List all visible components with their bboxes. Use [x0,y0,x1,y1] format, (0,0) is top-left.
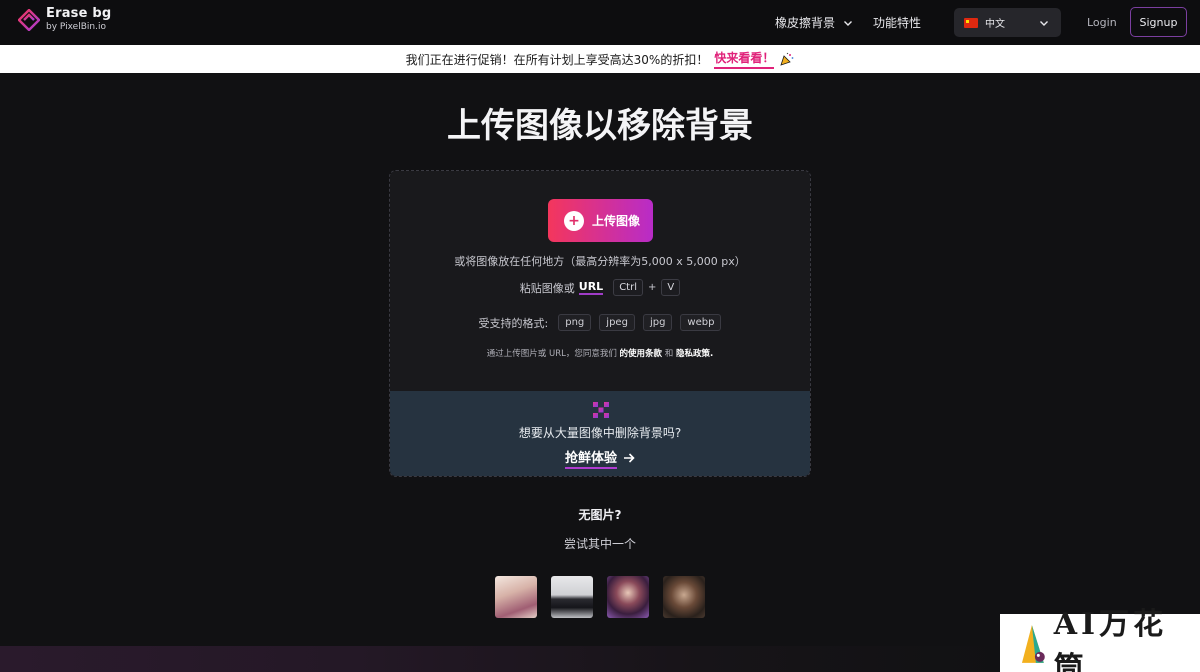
upload-button-label: 上传图像 [592,214,641,228]
arrow-right-icon [624,453,635,463]
nav-features-label: 功能特性 [873,16,922,30]
paste-url-link[interactable]: URL [578,280,604,295]
sample-image-car[interactable] [551,576,593,618]
format-chip: jpg [642,314,673,331]
signup-label: Signup [1139,15,1178,29]
sample-image-man-portrait[interactable] [663,576,705,618]
sample-image-woman-hat[interactable] [495,576,537,618]
brand-name: Erase bg [46,6,112,21]
language-select[interactable]: 中文 [954,8,1061,37]
watermark-logo-icon [1021,625,1045,663]
brand-byline: by PixelBin.io [46,22,106,32]
promo-text: 我们正在进行促销！在所有计划上享受高达30%的折扣！ [405,52,709,67]
bottom-gradient-strip [0,646,1000,672]
bulk-removal-panel: 想要从大量图像中删除背景吗? 抢鲜体验 [390,391,810,476]
login-link[interactable]: Login [1087,16,1117,29]
terms-and: 和 [664,349,674,359]
no-image-title: 无图片? [578,508,622,522]
erase-bg-logo-icon [18,8,40,31]
early-access-link[interactable]: 抢鲜体验 [390,447,810,469]
terms-notice: 通过上传图片或 URL，您同意我们 的使用条款 和 隐私政策. [390,347,810,359]
party-popper-icon [780,52,794,66]
page-title: 上传图像以移除背景 [447,106,753,146]
terms-of-use-link[interactable]: 的使用条款 [620,349,663,359]
brand-logo-link[interactable]: Erase bg by PixelBin.io [18,7,111,32]
nav-features-link[interactable]: 功能特性 [873,14,921,31]
watermark-text: AI万花筒 [1053,607,1168,672]
bulk-question: 想要从大量图像中删除背景吗? [518,426,682,440]
paste-prefix: 粘贴图像或 [519,281,575,295]
watermark: AI万花筒 [1000,607,1200,672]
upload-dropzone[interactable]: + 上传图像 或将图像放在任何地方（最高分辨率为5,000 x 5,000 px… [389,170,811,477]
promo-link[interactable]: 快来看看！ [714,49,775,69]
key-v: V [661,279,681,296]
format-chip: png [558,314,592,331]
language-label: 中文 [985,19,1005,30]
key-ctrl: Ctrl [613,279,643,296]
privacy-policy-link[interactable]: 隐私政策. [676,349,713,359]
chevron-down-icon [844,20,853,26]
formats-label: 受支持的格式: [478,316,549,330]
nav-products-label: 橡皮擦背景 [775,16,836,30]
sample-images [495,576,705,618]
chevron-down-icon [1040,21,1048,26]
paste-hint-row: 粘贴图像或 URL Ctrl + V [390,279,810,296]
key-plus: + [647,282,657,293]
plus-icon: + [564,210,584,231]
upload-panel: + 上传图像 或将图像放在任何地方（最高分辨率为5,000 x 5,000 px… [390,171,810,391]
no-image-subtitle: 尝试其中一个 [563,537,636,551]
sample-image-woman-portrait[interactable] [607,576,649,618]
upload-image-button[interactable]: + 上传图像 [548,199,653,242]
promo-banner: 我们正在进行促销！在所有计划上享受高达30%的折扣！ 快来看看！ [0,45,1200,73]
bulk-grid-icon [593,402,609,418]
format-chip: webp [680,314,722,331]
drop-hint: 或将图像放在任何地方（最高分辨率为5,000 x 5,000 px） [454,255,746,268]
china-flag-icon [964,17,978,28]
signup-button[interactable]: Signup [1130,7,1187,37]
supported-formats-row: 受支持的格式: png jpeg jpg webp [390,314,810,331]
early-access-label: 抢鲜体验 [564,447,617,469]
navbar: Erase bg by PixelBin.io 橡皮擦背景 功能特性 中文 Lo… [0,0,1200,45]
format-chip: jpeg [599,314,635,331]
terms-prefix: 通过上传图片或 URL，您同意我们 [486,349,617,359]
nav-products-dropdown[interactable]: 橡皮擦背景 [775,14,853,31]
